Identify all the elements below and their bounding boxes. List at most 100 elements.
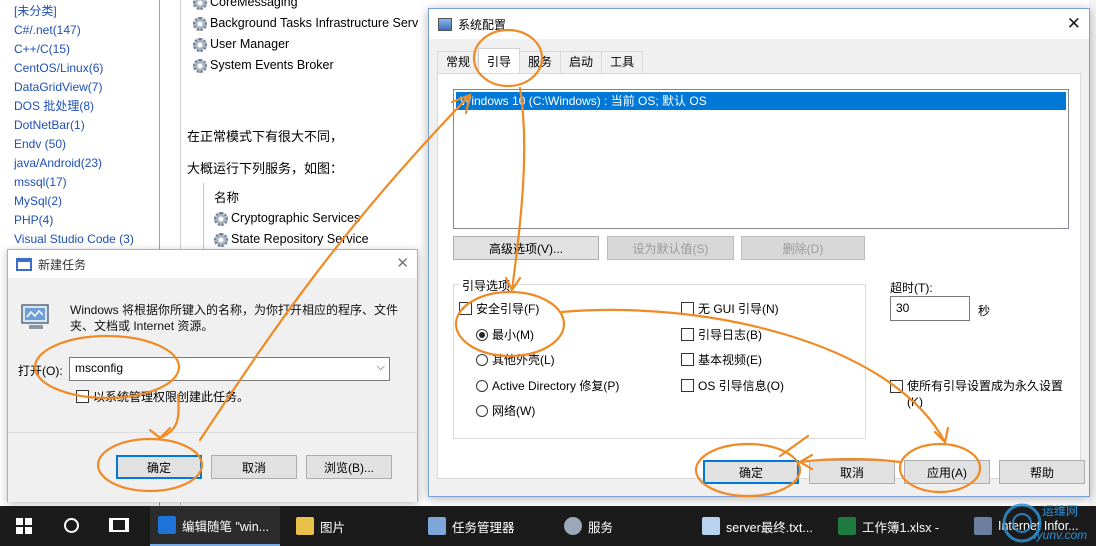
admin-checkbox-label[interactable]: 以系统管理权限创建此任务。 (93, 388, 249, 405)
dialog-footer: 确定 取消 浏览(B)... (8, 432, 417, 502)
service-row: Background Tasks Infrastructure Serv (193, 13, 418, 34)
os-boot-info-checkbox[interactable] (681, 379, 694, 392)
gear-icon (193, 0, 207, 10)
alternate-shell-radio[interactable] (476, 353, 488, 366)
taskbar-item-label: 任务管理器 (452, 520, 515, 535)
permanent-settings-checkbox[interactable] (890, 380, 903, 393)
os-boot-info-option[interactable]: OS 引导信息(O) (681, 377, 784, 394)
page-scrollbar[interactable] (1089, 0, 1096, 506)
boot-tab-panel: Windows 10 (C:\Windows) : 当前 OS; 默认 OS 高… (437, 73, 1081, 479)
delete-button[interactable]: 删除(D) (741, 236, 865, 260)
boot-log-option[interactable]: 引导日志(B) (681, 326, 762, 343)
admin-checkbox-row[interactable]: 以系统管理权限创建此任务。 (76, 388, 249, 405)
category-link[interactable]: DOS 批处理(8) (14, 97, 159, 116)
open-label: 打开(O): (18, 364, 63, 378)
category-link[interactable]: C++/C(15) (14, 40, 159, 59)
minimal-label[interactable]: 最小(M) (492, 326, 534, 343)
category-link[interactable]: DataGridView(7) (14, 78, 159, 97)
network-option[interactable]: 网络(W) (476, 402, 535, 419)
start-button[interactable] (16, 518, 32, 534)
permanent-settings-label[interactable]: 使所有引导设置成为永久设置(K) (907, 378, 1070, 410)
base-video-option[interactable]: 基本视频(E) (681, 351, 762, 368)
task-view-icon[interactable] (109, 518, 129, 532)
taskbar-item-excel[interactable]: 工作簿1.xlsx - (830, 506, 964, 546)
alternate-shell-label[interactable]: 其他外壳(L) (492, 351, 555, 368)
ok-button[interactable]: 确定 (703, 460, 799, 484)
no-gui-boot-checkbox[interactable] (681, 302, 694, 315)
taskbar-item-notepad[interactable]: server最终.txt... (694, 506, 826, 546)
msconfig-icon (438, 17, 452, 31)
close-icon[interactable]: ✕ (1067, 14, 1081, 34)
alternate-shell-option[interactable]: 其他外壳(L) (476, 351, 555, 368)
no-gui-boot-option[interactable]: 无 GUI 引导(N) (681, 300, 779, 317)
site-watermark: 运维网 iyunv.com (1002, 503, 1087, 543)
excel-icon (838, 517, 856, 535)
browse-button[interactable]: 浏览(B)... (306, 455, 392, 479)
minimal-radio[interactable] (476, 328, 488, 341)
os-boot-info-label[interactable]: OS 引导信息(O) (698, 377, 784, 394)
taskbar-item-label: server最终.txt... (726, 520, 813, 535)
safe-boot-option[interactable]: 安全引导(F) (459, 300, 539, 317)
base-video-checkbox[interactable] (681, 353, 694, 366)
dialog-title: 系统配置 (458, 17, 507, 32)
tab-boot[interactable]: 引导 (478, 48, 521, 73)
boot-log-label[interactable]: 引导日志(B) (698, 326, 762, 343)
tab-services[interactable]: 服务 (519, 51, 562, 73)
advanced-options-button[interactable]: 高级选项(V)... (453, 236, 599, 260)
category-link[interactable]: DotNetBar(1) (14, 116, 159, 135)
apply-button[interactable]: 应用(A) (904, 460, 990, 484)
boot-log-checkbox[interactable] (681, 328, 694, 341)
category-link[interactable]: C#/.net(147) (14, 21, 159, 40)
active-directory-option[interactable]: Active Directory 修复(P) (476, 377, 619, 394)
safe-boot-checkbox[interactable] (459, 300, 472, 315)
active-directory-radio[interactable] (476, 379, 488, 392)
taskbar-item-task-manager[interactable]: 任务管理器 (420, 506, 550, 546)
category-link[interactable]: java/Android(23) (14, 154, 159, 173)
cancel-button[interactable]: 取消 (211, 455, 297, 479)
safe-boot-label[interactable]: 安全引导(F) (476, 300, 539, 317)
close-icon[interactable]: ✕ (396, 254, 409, 272)
admin-checkbox[interactable] (76, 390, 89, 403)
chevron-down-icon[interactable]: ⌵ (377, 361, 385, 374)
os-listbox[interactable]: Windows 10 (C:\Windows) : 当前 OS; 默认 OS (453, 89, 1069, 229)
gear-icon (193, 58, 207, 73)
category-link[interactable]: Endv (50) (14, 135, 159, 154)
gear-icon (193, 37, 207, 52)
tab-general[interactable]: 常规 (437, 51, 480, 73)
service-row: User Manager (193, 34, 418, 55)
network-radio[interactable] (476, 404, 488, 417)
category-link[interactable]: Visual Studio Code (3) (14, 230, 159, 249)
iis-manager-icon (974, 517, 992, 535)
service-name: Background Tasks Infrastructure Serv (210, 16, 419, 30)
open-combobox[interactable]: msconfig ⌵ (69, 357, 390, 381)
tab-startup[interactable]: 启动 (560, 51, 603, 73)
set-default-button[interactable]: 设为默认值(S) (607, 236, 734, 260)
category-link[interactable]: [未分类] (14, 2, 159, 21)
active-directory-label[interactable]: Active Directory 修复(P) (492, 377, 619, 394)
base-video-label[interactable]: 基本视频(E) (698, 351, 762, 368)
os-entry-selected[interactable]: Windows 10 (C:\Windows) : 当前 OS; 默认 OS (456, 92, 1066, 110)
category-link[interactable]: mssql(17) (14, 173, 159, 192)
help-button[interactable]: 帮助 (999, 460, 1085, 484)
group-title: 引导选项 (459, 277, 514, 294)
no-gui-boot-label[interactable]: 无 GUI 引导(N) (698, 300, 779, 317)
category-link[interactable]: CentOS/Linux(6) (14, 59, 159, 78)
service-row: State Repository Service (214, 229, 443, 250)
dialog-title-bar[interactable]: 新建任务 (8, 250, 417, 278)
timeout-input[interactable]: 30 (890, 296, 970, 321)
taskbar-item-pictures[interactable]: 图片 (288, 506, 408, 546)
search-icon[interactable] (64, 518, 79, 533)
tab-strip: 常规 引导 服务 启动 工具 (437, 48, 644, 73)
minimal-option[interactable]: 最小(M) (476, 326, 534, 343)
category-link[interactable]: PHP(4) (14, 211, 159, 230)
taskbar-item-browser[interactable]: 编辑随笔 "win... (150, 506, 280, 546)
open-input-value[interactable]: msconfig (75, 361, 123, 375)
cancel-button[interactable]: 取消 (809, 460, 895, 484)
tab-tools[interactable]: 工具 (601, 51, 644, 73)
network-label[interactable]: 网络(W) (492, 402, 535, 419)
taskbar-item-services[interactable]: 服务 (556, 506, 686, 546)
permanent-settings-option[interactable]: 使所有引导设置成为永久设置(K) (890, 378, 1070, 410)
dialog-title-bar[interactable]: 系统配置 (429, 9, 1089, 39)
ok-button[interactable]: 确定 (116, 455, 202, 479)
category-link[interactable]: MySql(2) (14, 192, 159, 211)
